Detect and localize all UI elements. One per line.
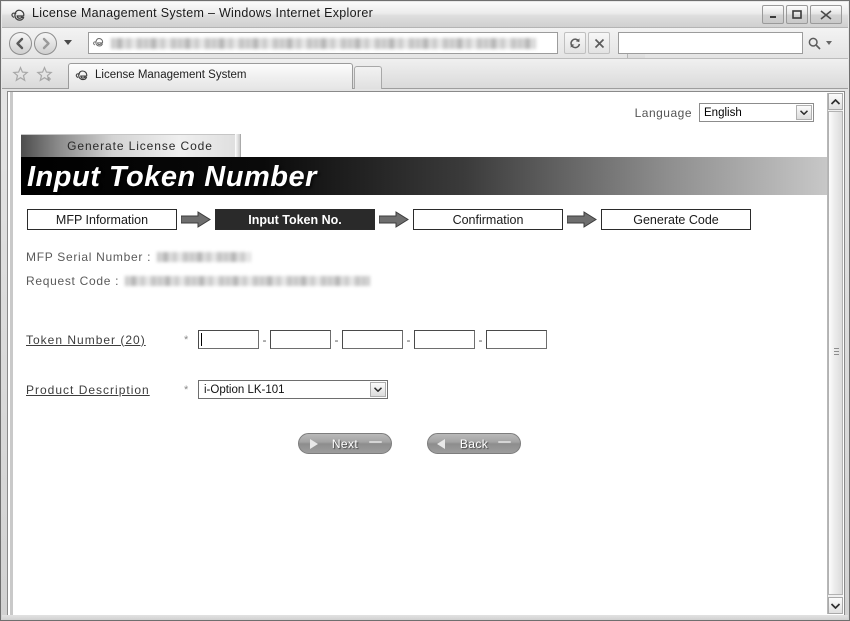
window-controls	[762, 5, 842, 24]
language-select[interactable]: English	[699, 103, 814, 122]
required-marker: *	[184, 383, 189, 396]
right-arrow-icon	[177, 209, 215, 230]
request-code-value	[125, 276, 371, 286]
scroll-up-button[interactable]	[828, 93, 843, 110]
page-title: Input Token Number	[27, 161, 317, 193]
star-icon[interactable]	[12, 66, 29, 83]
ie-logo-icon	[75, 68, 90, 83]
action-buttons: Next Back	[298, 433, 521, 454]
status-strip	[2, 615, 848, 619]
back-button-label: Back	[459, 436, 489, 451]
refresh-button[interactable]	[564, 32, 586, 54]
page-title-band: Input Token Number	[21, 157, 828, 195]
page-viewport: Language English Generate License Code I	[7, 91, 845, 616]
star-plus-icon[interactable]	[36, 66, 53, 83]
tab-label: License Management System	[95, 69, 247, 81]
app-tab-separator	[235, 134, 241, 157]
browser-tab[interactable]: License Management System	[68, 63, 353, 89]
ie-logo-icon	[11, 7, 27, 23]
vertical-scrollbar[interactable]	[827, 93, 843, 614]
chevron-down-icon[interactable]	[370, 382, 386, 397]
page-content: Language English Generate License Code I	[10, 92, 828, 615]
triangle-right-icon	[310, 439, 318, 449]
forward-button[interactable]	[34, 32, 57, 55]
product-description-select[interactable]: i-Option LK-101	[198, 380, 388, 399]
search-dropdown-icon[interactable]	[826, 41, 832, 45]
step-input-token-no[interactable]: Input Token No.	[215, 209, 375, 230]
button-gloss	[498, 441, 511, 443]
magnifier-icon[interactable]	[804, 34, 824, 52]
token-number-label: Token Number (20)	[26, 332, 146, 347]
token-number-inputs: - - - -	[198, 330, 547, 349]
token-separator: -	[406, 332, 411, 347]
mfp-serial-number-value	[157, 252, 252, 262]
language-selector-row: Language English	[635, 103, 814, 122]
title-bar: License Management System – Windows Inte…	[2, 2, 848, 28]
close-button[interactable]	[810, 5, 842, 24]
minimize-button[interactable]	[762, 5, 784, 24]
next-button-label: Next	[331, 436, 359, 451]
back-button[interactable]	[9, 32, 32, 55]
grip-lines-icon	[834, 348, 839, 355]
browser-window: License Management System – Windows Inte…	[0, 0, 850, 621]
token-segment-2[interactable]	[270, 330, 331, 349]
right-arrow-icon	[563, 209, 601, 230]
address-bar-value	[111, 38, 536, 49]
mfp-serial-number-label: MFP Serial Number :	[26, 250, 152, 264]
next-button[interactable]: Next	[298, 433, 392, 454]
history-dropdown-icon[interactable]	[64, 40, 72, 45]
token-segment-1[interactable]	[198, 330, 259, 349]
step-confirmation[interactable]: Confirmation	[413, 209, 563, 230]
token-separator: -	[478, 332, 483, 347]
product-description-label: Product Description	[26, 382, 150, 397]
language-label: Language	[634, 105, 692, 120]
step-generate-code[interactable]: Generate Code	[601, 209, 751, 230]
mfp-serial-number-row: MFP Serial Number :	[26, 250, 252, 264]
language-selected-value: English	[704, 106, 742, 119]
stop-button[interactable]	[588, 32, 610, 54]
triangle-left-icon	[437, 439, 445, 449]
request-code-label: Request Code :	[26, 274, 120, 288]
address-toolbar	[2, 28, 848, 59]
page-icon	[92, 36, 106, 50]
token-separator: -	[334, 332, 339, 347]
step-mfp-information[interactable]: MFP Information	[27, 209, 177, 230]
web-page: Language English Generate License Code I	[8, 92, 828, 615]
right-arrow-icon	[375, 209, 413, 230]
button-gloss	[369, 441, 382, 443]
token-segment-3[interactable]	[342, 330, 403, 349]
token-segment-5[interactable]	[486, 330, 547, 349]
address-bar-input[interactable]	[88, 32, 645, 58]
token-number-row: Token Number (20) * - - - -	[26, 330, 547, 349]
maximize-button[interactable]	[786, 5, 808, 24]
back-button-page[interactable]: Back	[427, 433, 521, 454]
step-indicator: MFP Information Input Token No. Confirma…	[27, 209, 751, 230]
scroll-down-button[interactable]	[828, 597, 843, 614]
new-tab-button[interactable]	[354, 66, 382, 89]
token-separator: -	[262, 332, 267, 347]
search-input[interactable]	[618, 32, 803, 54]
product-description-value: i-Option LK-101	[204, 383, 285, 396]
token-segment-4[interactable]	[414, 330, 475, 349]
scrollbar-thumb[interactable]	[828, 111, 843, 595]
app-tab-generate-license-code[interactable]: Generate License Code	[21, 134, 241, 157]
request-code-row: Request Code :	[26, 274, 371, 288]
app-tab-label: Generate License Code	[67, 139, 213, 153]
required-marker: *	[184, 333, 189, 346]
window-title: License Management System – Windows Inte…	[32, 6, 374, 20]
tab-bar: License Management System	[2, 59, 848, 89]
product-description-row: Product Description * i-Option LK-101	[26, 380, 388, 399]
chevron-down-icon[interactable]	[796, 105, 812, 120]
